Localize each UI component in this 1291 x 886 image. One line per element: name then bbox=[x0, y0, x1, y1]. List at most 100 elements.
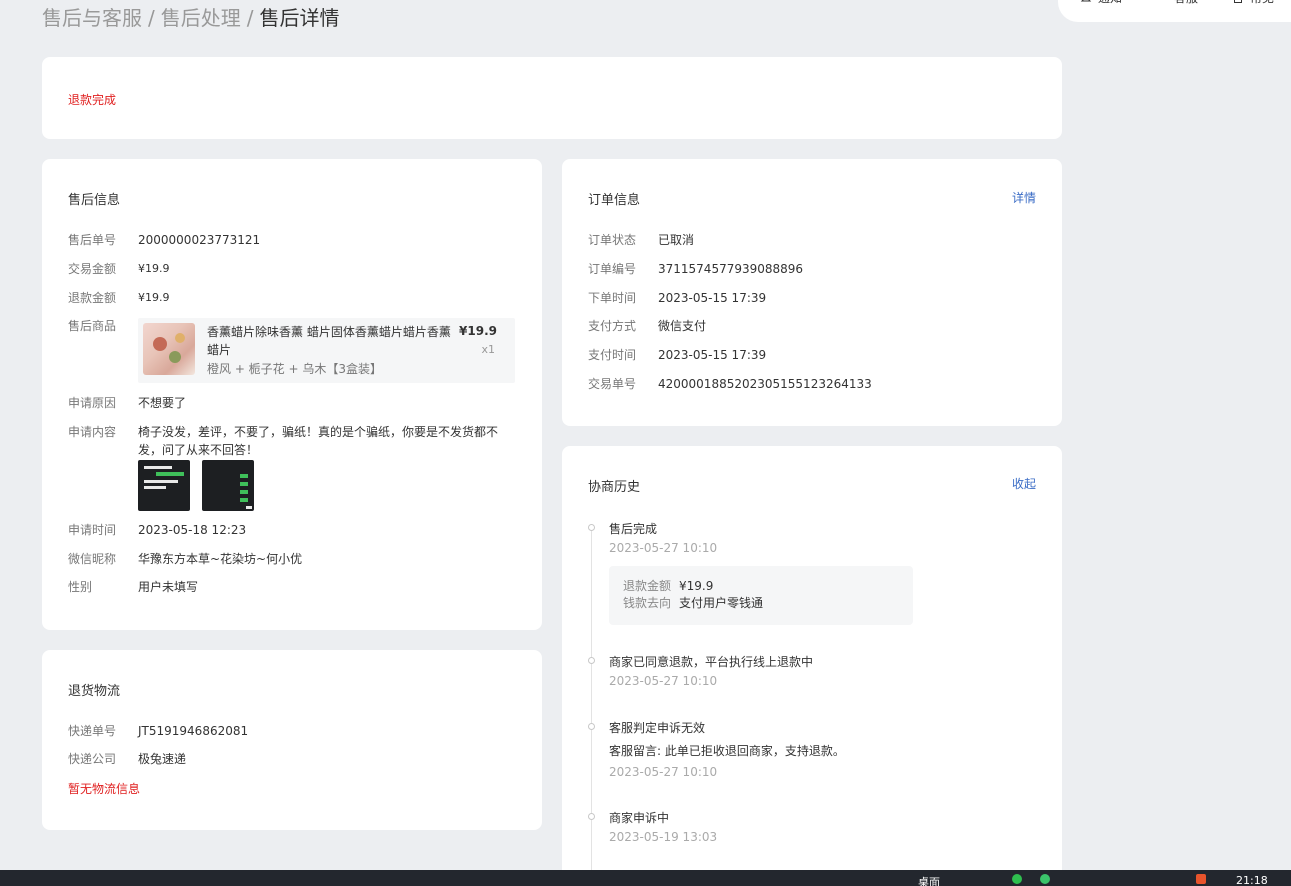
info-row-gender: 性别 用户未填写 bbox=[68, 578, 198, 596]
refund-box-label: 退款金额 bbox=[623, 579, 672, 593]
negotiation-history-title: 协商历史 bbox=[588, 480, 641, 495]
order-row-number: 订单编号 3711574577939088896 bbox=[588, 260, 803, 278]
order-label: 订单编号 bbox=[588, 262, 637, 276]
order-detail-link[interactable]: 详情 bbox=[1012, 189, 1036, 206]
info-label: 售后商品 bbox=[68, 319, 117, 333]
info-label: 申请内容 bbox=[68, 425, 117, 439]
order-row-order-time: 下单时间 2023-05-15 17:39 bbox=[588, 289, 766, 307]
timeline-title: 商家申诉中 bbox=[609, 811, 670, 825]
breadcrumb-separator: / bbox=[148, 6, 155, 30]
timeline-title: 客服判定申诉无效 bbox=[609, 721, 706, 735]
refund-amount: ¥19.9 bbox=[138, 291, 170, 304]
info-row-nickname: 微信昵称 华豫东方本草~花染坊~何小优 bbox=[68, 550, 302, 568]
timeline-time: 2023-05-19 13:03 bbox=[609, 830, 718, 844]
product-price: ¥19.9 bbox=[459, 324, 497, 338]
info-label: 退款金额 bbox=[68, 291, 117, 305]
apply-reason: 不想要了 bbox=[138, 396, 187, 410]
info-label: 申请时间 bbox=[68, 523, 117, 537]
order-time: 2023-05-15 17:39 bbox=[658, 291, 767, 305]
order-status: 已取消 bbox=[658, 233, 695, 247]
breadcrumb-item-after-sale-service[interactable]: 售后与客服 bbox=[42, 6, 142, 30]
common-button[interactable]: 常见 bbox=[1232, 0, 1274, 6]
timeline-dot bbox=[588, 813, 595, 820]
timeline-dot bbox=[588, 723, 595, 730]
order-label: 下单时间 bbox=[588, 291, 637, 305]
info-label: 售后单号 bbox=[68, 233, 117, 247]
tracking-number: JT5191946862081 bbox=[138, 724, 249, 738]
info-row-content: 申请内容 bbox=[68, 423, 138, 441]
timeline-service-message: 客服留言: 此单已拒收退回商家，支持退款。 bbox=[609, 744, 845, 758]
product-card[interactable]: 香薰蜡片除味香薰 蜡片固体香薰蜡片蜡片香薰 蜡片 橙风 + 栀子花 + 乌木【3… bbox=[138, 318, 515, 383]
timeline-time: 2023-05-27 10:10 bbox=[609, 541, 718, 555]
timeline-line bbox=[591, 528, 592, 886]
evidence-image[interactable] bbox=[202, 460, 254, 511]
bell-icon bbox=[1080, 0, 1092, 1]
pay-time: 2023-05-15 17:39 bbox=[658, 348, 767, 362]
timeline-time: 2023-05-27 10:10 bbox=[609, 674, 718, 688]
notify-button[interactable]: 通知 bbox=[1080, 0, 1122, 6]
return-logistics-card: 退货物流 快递单号 JT5191946862081 快递公司 极兔速递 暂无物流… bbox=[42, 650, 542, 830]
timeline-dot bbox=[588, 657, 595, 664]
collapse-history-link[interactable]: 收起 bbox=[1012, 475, 1036, 492]
order-info-title: 订单信息 bbox=[588, 193, 641, 208]
breadcrumb-item-after-sale-processing[interactable]: 售后处理 bbox=[161, 6, 241, 30]
logistics-row-company: 快递公司 极兔速递 bbox=[68, 750, 186, 768]
refund-status-text: 退款完成 bbox=[68, 93, 117, 107]
wechat-nickname: 华豫东方本草~花染坊~何小优 bbox=[138, 552, 303, 566]
wechat-icon[interactable] bbox=[1012, 874, 1022, 884]
trade-amount: ¥19.9 bbox=[138, 262, 170, 275]
breadcrumb-separator: / bbox=[246, 6, 254, 30]
order-label: 订单状态 bbox=[588, 233, 637, 247]
apply-time: 2023-05-18 12:23 bbox=[138, 523, 247, 537]
taskbar-desktop-label[interactable]: 桌面 bbox=[918, 874, 940, 886]
no-logistics-info: 暂无物流信息 bbox=[68, 782, 141, 796]
document-icon bbox=[1234, 0, 1243, 3]
breadcrumb: 售后与客服 / 售后处理 / 售后详情 bbox=[42, 2, 340, 31]
product-thumbnail bbox=[143, 323, 195, 375]
order-row-pay-time: 支付时间 2023-05-15 17:39 bbox=[588, 346, 766, 364]
order-row-status: 订单状态 已取消 bbox=[588, 231, 694, 249]
taskbar-clock: 21:18 bbox=[1236, 874, 1268, 886]
product-spec: 橙风 + 栀子花 + 乌木【3盒装】 bbox=[207, 362, 383, 376]
info-label: 交易金额 bbox=[68, 262, 117, 276]
info-label: 申请原因 bbox=[68, 396, 117, 410]
apply-content: 椅子没发，差评，不要了，骗纸！真的是个骗纸，你要是不发货都不发，问了从来不回答！ bbox=[138, 425, 499, 457]
order-label: 支付方式 bbox=[588, 319, 637, 333]
info-row-after-sale-no: 售后单号 2000000023773121 bbox=[68, 231, 260, 249]
after-sale-number: 2000000023773121 bbox=[138, 233, 261, 247]
negotiation-history-card: 协商历史 收起 售后完成 2023-05-27 10:10 退款金额 ¥19.9… bbox=[562, 446, 1062, 886]
headset-icon bbox=[1156, 0, 1168, 4]
refund-box-destination: 支付用户零钱通 bbox=[679, 596, 764, 610]
page-title: 售后详情 bbox=[259, 6, 340, 30]
refund-box-amount: ¥19.9 bbox=[679, 579, 714, 593]
top-toolbar: 通知 客服 常见 bbox=[1058, 0, 1291, 22]
order-info-card: 订单信息 详情 订单状态 已取消 订单编号 371157457793908889… bbox=[562, 159, 1062, 426]
os-taskbar: 桌面 21:18 bbox=[0, 870, 1291, 886]
timeline-title: 售后完成 bbox=[609, 522, 658, 536]
product-title: 香薰蜡片除味香薰 蜡片固体香薰蜡片蜡片香薰 蜡片 bbox=[207, 325, 451, 357]
return-logistics-title: 退货物流 bbox=[68, 684, 121, 699]
chat-icon[interactable] bbox=[1040, 874, 1050, 884]
info-row-product: 售后商品 bbox=[68, 317, 138, 335]
logistics-label: 快递单号 bbox=[68, 724, 117, 738]
info-label: 性别 bbox=[68, 580, 93, 594]
timeline-title: 商家已同意退款，平台执行线上退款中 bbox=[609, 655, 814, 669]
common-label: 常见 bbox=[1250, 0, 1274, 6]
refund-detail-box: 退款金额 ¥19.9 钱款去向 支付用户零钱通 bbox=[609, 566, 913, 625]
order-label: 交易单号 bbox=[588, 377, 637, 391]
evidence-image[interactable] bbox=[138, 460, 190, 511]
after-sale-info-card: 售后信息 售后单号 2000000023773121 交易金额 ¥19.9 退款… bbox=[42, 159, 542, 630]
pay-method: 微信支付 bbox=[658, 319, 707, 333]
order-number: 3711574577939088896 bbox=[658, 262, 804, 276]
customer-service-button[interactable]: 客服 bbox=[1156, 0, 1198, 6]
courier-company: 极兔速递 bbox=[138, 752, 187, 766]
info-row-reason: 申请原因 不想要了 bbox=[68, 394, 186, 412]
timeline-dot bbox=[588, 524, 595, 531]
info-row-trade-amount: 交易金额 ¥19.9 bbox=[68, 260, 170, 278]
order-row-transaction-no: 交易单号 4200001885202305155123264133 bbox=[588, 375, 872, 393]
customer-service-label: 客服 bbox=[1174, 0, 1198, 6]
timeline-time: 2023-05-27 10:10 bbox=[609, 765, 718, 779]
gender: 用户未填写 bbox=[138, 580, 199, 594]
product-quantity: x1 bbox=[481, 343, 495, 356]
app-icon[interactable] bbox=[1196, 874, 1206, 884]
